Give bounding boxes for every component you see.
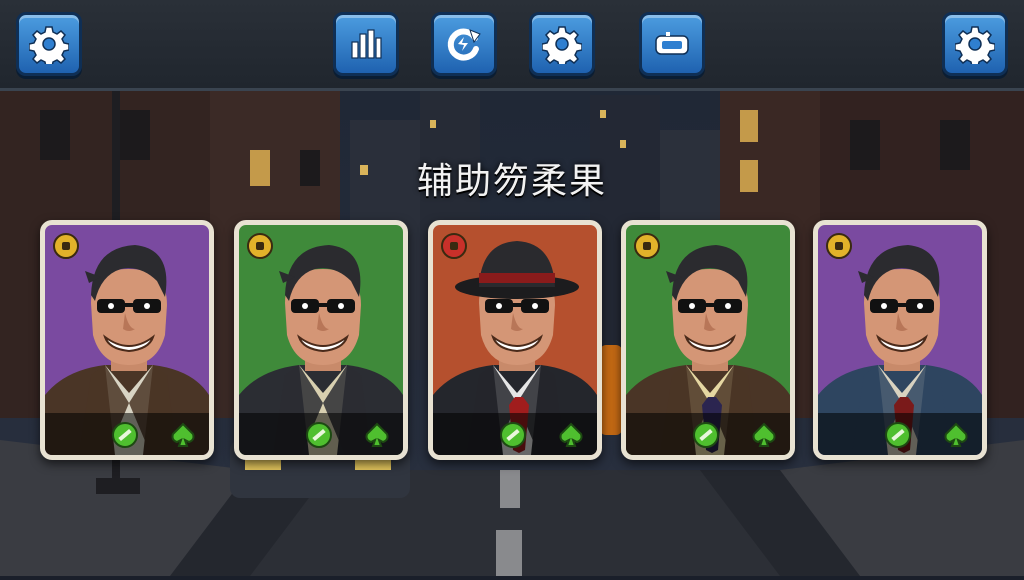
coin-icon [247,233,273,259]
coin-icon [826,233,852,259]
console-button[interactable] [639,12,705,76]
refresh-icon [447,28,481,61]
green-slash-icon[interactable] [884,421,912,449]
green-spade-icon[interactable] [750,421,778,449]
refresh-button[interactable] [431,12,497,76]
green-spade-icon[interactable] [169,421,197,449]
screen-title: 辅助笏柔果 [416,161,607,202]
settings-button-left[interactable] [16,12,82,76]
top-toolbar [0,0,1024,91]
green-slash-icon[interactable] [305,421,333,449]
green-spade-icon[interactable] [942,421,970,449]
settings-button-center[interactable] [529,12,595,76]
stats-button[interactable] [333,12,399,76]
green-spade-icon[interactable] [363,421,391,449]
console-icon [655,32,689,55]
character-card-5[interactable] [813,220,987,460]
character-card-3[interactable] [428,220,602,460]
coin-icon [53,233,79,259]
coin-icon [634,233,660,259]
character-card-1[interactable] [40,220,214,460]
settings-button-right[interactable] [942,12,1008,76]
dynamite-icon [441,233,467,259]
gear-icon [29,26,69,64]
green-slash-icon[interactable] [111,421,139,449]
green-spade-icon[interactable] [557,421,585,449]
character-card-row [40,220,990,462]
character-card-2[interactable] [234,220,408,460]
gear-icon [955,26,995,64]
bar-chart-icon [351,29,382,59]
green-slash-icon[interactable] [499,421,527,449]
green-slash-icon[interactable] [692,421,720,449]
character-card-4[interactable] [621,220,795,460]
gear-icon [542,26,582,64]
